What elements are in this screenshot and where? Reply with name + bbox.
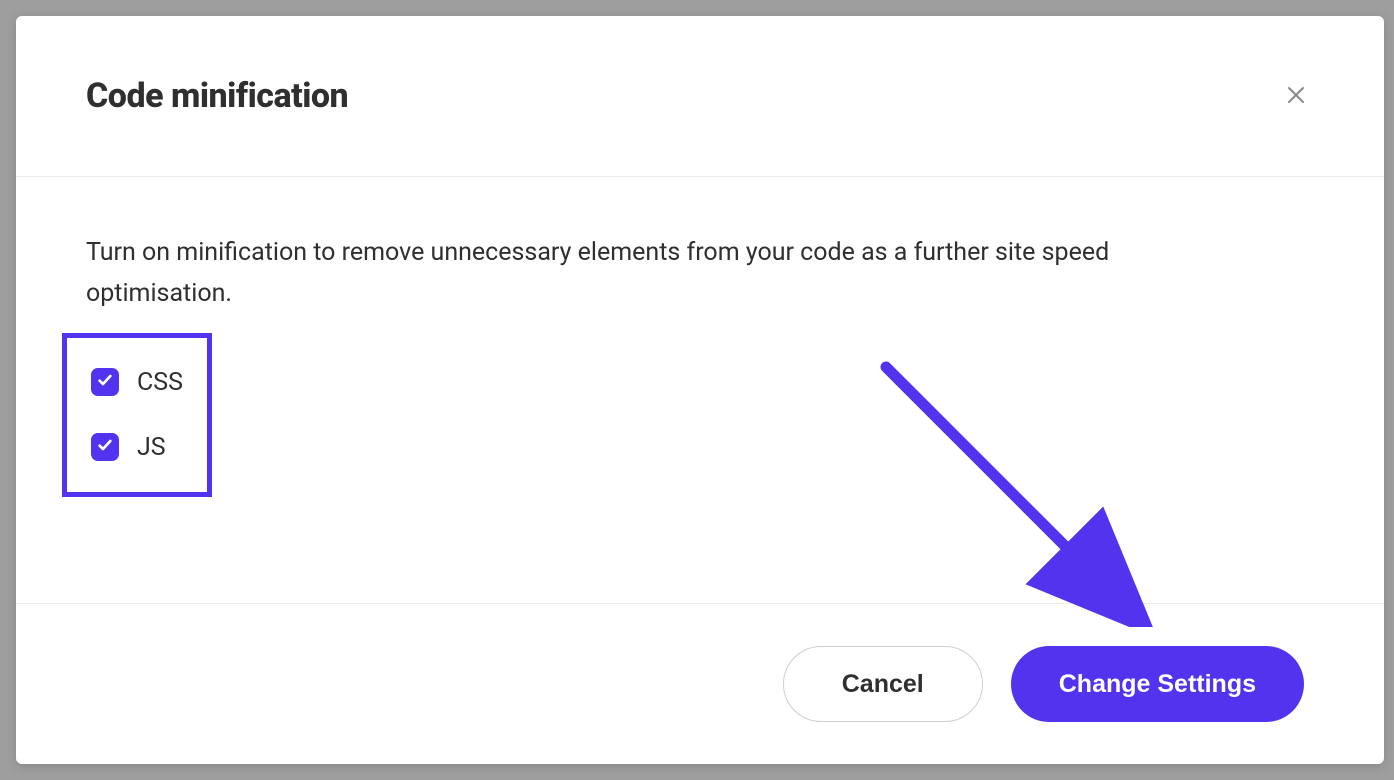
modal-description: Turn on minification to remove unnecessa… [86,232,1186,315]
checkmark-icon [97,437,113,457]
modal-footer: Cancel Change Settings [16,603,1384,764]
modal-body: Turn on minification to remove unnecessa… [16,177,1384,603]
change-settings-button[interactable]: Change Settings [1011,646,1304,722]
checkmark-icon [97,372,113,392]
close-button[interactable] [1278,78,1314,114]
modal-title: Code minification [86,76,348,116]
arrow-annotation-icon [866,347,1166,627]
code-minification-modal: Code minification Turn on minification t… [16,16,1384,764]
checkbox-option-css[interactable]: CSS [73,350,183,415]
checkbox-input[interactable] [91,368,119,396]
checkbox-input[interactable] [91,433,119,461]
checkbox-option-js[interactable]: JS [73,415,183,480]
highlight-annotation-box: CSS JS [62,333,212,497]
close-icon [1284,83,1308,110]
cancel-button[interactable]: Cancel [783,646,983,722]
checkbox-label: JS [137,433,166,462]
checkbox-label: CSS [137,368,183,397]
modal-header: Code minification [16,16,1384,177]
